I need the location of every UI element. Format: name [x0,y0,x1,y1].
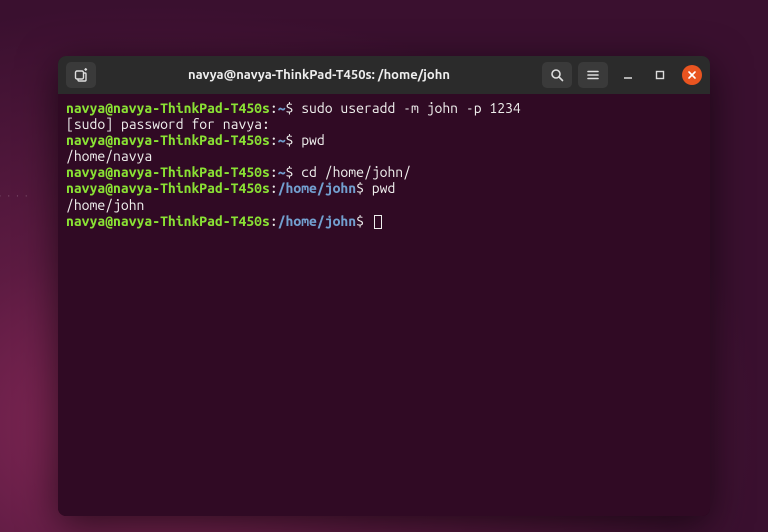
titlebar: navya@navya-ThinkPad-T450s: /home/john [58,56,710,94]
prompt-separator: : [270,132,278,148]
hamburger-icon [586,68,600,82]
prompt-symbol: $ [286,100,302,116]
prompt-path: ~ [278,132,286,148]
terminal-body[interactable]: navya@navya-ThinkPad-T450s:~$ sudo usera… [58,94,710,516]
menu-button[interactable] [578,62,608,88]
prompt-path: ~ [278,164,286,180]
prompt-path: ~ [278,100,286,116]
prompt-user-host: navya@navya-ThinkPad-T450s [66,213,270,229]
terminal-line: navya@navya-ThinkPad-T450s:/home/john$ p… [66,180,702,196]
terminal-command: pwd [372,180,396,196]
terminal-output: [sudo] password for navya: [66,116,278,132]
terminal-command: cd /home/john/ [301,164,411,180]
terminal-window: navya@navya-ThinkPad-T450s: /home/john [58,56,710,516]
terminal-output: /home/navya [66,148,152,164]
minimize-icon [623,70,633,80]
close-button[interactable] [682,65,702,85]
prompt-user-host: navya@navya-ThinkPad-T450s [66,180,270,196]
window-controls [618,65,702,85]
terminal-output: /home/john [66,197,144,213]
prompt-separator: : [270,100,278,116]
new-tab-icon [74,68,88,82]
prompt-symbol: $ [286,164,302,180]
maximize-button[interactable] [650,65,670,85]
prompt-symbol: $ [286,132,302,148]
maximize-icon [655,70,665,80]
search-button[interactable] [542,62,572,88]
close-icon [687,70,697,80]
terminal-cursor [374,215,382,229]
prompt-symbol: $ [356,213,372,229]
wallpaper-decoration: · · · · · [0,190,29,201]
prompt-separator: : [270,213,278,229]
prompt-user-host: navya@navya-ThinkPad-T450s [66,100,270,116]
search-icon [550,68,564,82]
prompt-separator: : [270,164,278,180]
new-tab-button[interactable] [66,62,96,88]
prompt-separator: : [270,180,278,196]
prompt-path: /home/john [278,180,356,196]
terminal-line: /home/navya [66,148,702,164]
terminal-line: /home/john [66,197,702,213]
terminal-line: [sudo] password for navya: [66,116,702,132]
prompt-user-host: navya@navya-ThinkPad-T450s [66,132,270,148]
terminal-line: navya@navya-ThinkPad-T450s:~$ pwd [66,132,702,148]
terminal-command: sudo useradd -m john -p 1234 [301,100,521,116]
minimize-button[interactable] [618,65,638,85]
terminal-line: navya@navya-ThinkPad-T450s:/home/john$ [66,213,702,229]
window-title: navya@navya-ThinkPad-T450s: /home/john [102,68,536,82]
terminal-line: navya@navya-ThinkPad-T450s:~$ sudo usera… [66,100,702,116]
terminal-command: pwd [301,132,325,148]
prompt-symbol: $ [356,180,372,196]
prompt-user-host: navya@navya-ThinkPad-T450s [66,164,270,180]
terminal-line: navya@navya-ThinkPad-T450s:~$ cd /home/j… [66,164,702,180]
prompt-path: /home/john [278,213,356,229]
